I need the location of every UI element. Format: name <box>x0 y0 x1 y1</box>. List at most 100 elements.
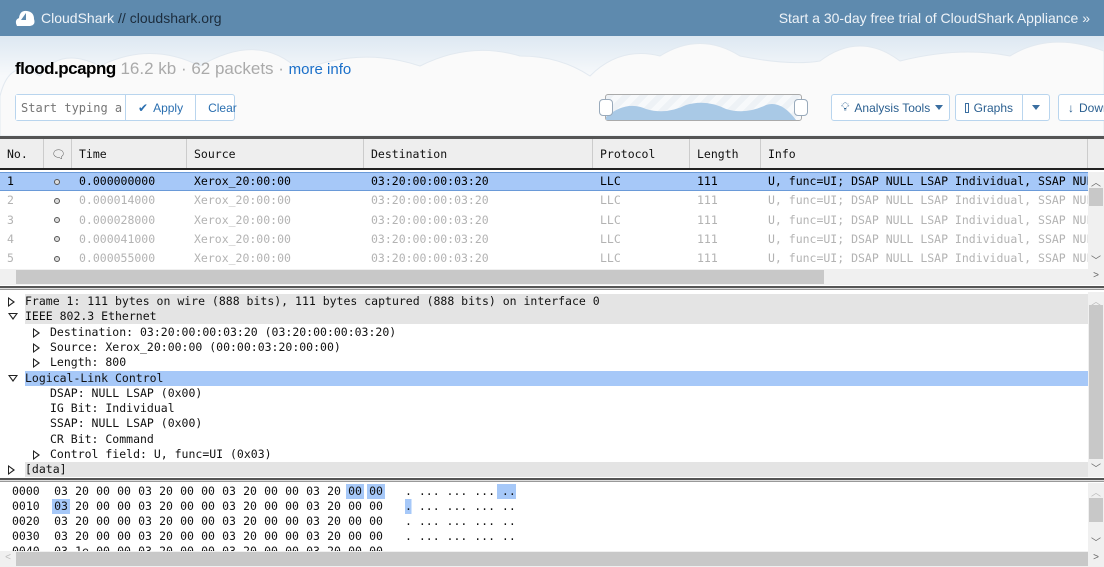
packet-row[interactable]: 1 0.000000000 Xerox_20:00:00 03:20:00:00:03… <box>0 172 1088 191</box>
hex-byte[interactable]: 00 <box>178 499 196 514</box>
scroll-down-icon[interactable]: ﹀ <box>1088 534 1104 549</box>
expanded-triangle-icon[interactable] <box>8 313 18 321</box>
hex-byte[interactable]: 03 <box>136 544 154 551</box>
packet-row[interactable]: 2 0.000014000 Xerox_20:00:00 03:20:00:00:03… <box>0 191 1088 210</box>
hex-byte[interactable]: 03 <box>136 529 154 544</box>
hex-byte[interactable]: 20 <box>157 484 175 499</box>
hex-byte[interactable]: 00 <box>283 499 301 514</box>
timeline-start-handle[interactable] <box>599 99 613 116</box>
scroll-left-icon[interactable]: < <box>0 552 16 563</box>
trial-link[interactable]: Start a 30-day free trial of CloudShark … <box>779 10 1090 26</box>
scroll-down-icon[interactable]: ﹀ <box>1088 460 1104 475</box>
packet-row[interactable]: 5 0.000055000 Xerox_20:00:00 03:20:00:00:03… <box>0 249 1088 268</box>
collapsed-triangle-icon[interactable] <box>8 465 15 476</box>
hex-byte[interactable]: 00 <box>115 499 133 514</box>
hex-byte[interactable]: 20 <box>73 529 91 544</box>
scroll-thumb[interactable] <box>1089 498 1103 522</box>
hex-vertical-scrollbar[interactable]: ︿ ﹀ <box>1088 483 1104 551</box>
scroll-right-icon[interactable]: > <box>1088 270 1104 281</box>
collapsed-triangle-icon[interactable] <box>8 297 15 307</box>
hex-byte[interactable]: 00 <box>367 529 385 544</box>
hex-byte[interactable]: 20 <box>325 544 343 551</box>
hex-byte[interactable]: 00 <box>283 529 301 544</box>
hex-byte[interactable]: 20 <box>325 529 343 544</box>
hex-byte[interactable]: 03 <box>52 499 70 514</box>
tree-item[interactable]: Length: 800 <box>0 355 1088 370</box>
pane-splitter[interactable] <box>0 478 1104 482</box>
hex-byte[interactable]: 20 <box>325 514 343 529</box>
hex-byte[interactable]: 00 <box>262 514 280 529</box>
hex-byte[interactable]: 03 <box>304 544 322 551</box>
hex-byte[interactable]: 00 <box>115 484 133 499</box>
hex-byte[interactable]: 03 <box>52 529 70 544</box>
tree-item[interactable]: DSAP: NULL LSAP (0x00) <box>0 386 1088 401</box>
hex-byte[interactable]: 20 <box>157 529 175 544</box>
hex-byte[interactable]: 00 <box>115 544 133 551</box>
scroll-thumb[interactable] <box>1089 188 1103 206</box>
column-header-protocol[interactable]: Protocol <box>593 139 690 168</box>
hex-byte[interactable]: 00 <box>199 499 217 514</box>
hex-ascii[interactable]: . ... ... ... .. <box>405 529 516 544</box>
brand[interactable]: CloudShark // cloudshark.org <box>41 10 222 26</box>
tree-item[interactable]: Control field: U, func=UI (0x03) <box>0 447 1088 462</box>
timeline-slider[interactable] <box>605 94 802 121</box>
hex-horizontal-scrollbar[interactable]: < > <box>0 551 1104 567</box>
hex-byte[interactable]: 20 <box>241 514 259 529</box>
hex-byte[interactable]: 00 <box>94 529 112 544</box>
scroll-thumb[interactable] <box>16 552 1088 566</box>
expanded-triangle-icon[interactable] <box>8 374 18 382</box>
hex-byte[interactable]: 20 <box>73 499 91 514</box>
hex-byte[interactable]: 00 <box>199 529 217 544</box>
hex-byte[interactable]: 00 <box>94 484 112 499</box>
hex-byte[interactable]: 00 <box>346 484 364 499</box>
graphs-dropdown-button[interactable] <box>1022 94 1050 121</box>
hex-byte[interactable]: 20 <box>241 529 259 544</box>
clear-button[interactable]: Clear <box>195 95 249 120</box>
hex-byte[interactable]: 00 <box>262 499 280 514</box>
filter-input[interactable] <box>16 95 126 120</box>
scroll-thumb[interactable] <box>16 270 824 284</box>
hex-byte[interactable]: 00 <box>262 544 280 551</box>
hex-byte[interactable]: 00 <box>346 529 364 544</box>
tree-item[interactable]: SSAP: NULL LSAP (0x00) <box>0 416 1088 431</box>
hex-byte[interactable]: 20 <box>241 484 259 499</box>
hex-byte[interactable]: 03 <box>304 499 322 514</box>
column-header-length[interactable]: Length <box>690 139 761 168</box>
hex-byte[interactable]: 03 <box>220 529 238 544</box>
hex-byte[interactable]: 00 <box>115 514 133 529</box>
hex-byte[interactable]: 00 <box>199 544 217 551</box>
hex-byte[interactable]: 03 <box>220 514 238 529</box>
tree-item[interactable]: Destination: 03:20:00:00:03:20 (03:20:00… <box>0 325 1088 340</box>
hex-byte[interactable]: 00 <box>262 529 280 544</box>
packet-list-vertical-scrollbar[interactable]: ︿ ﹀ <box>1088 172 1104 269</box>
tree-item[interactable]: CR Bit: Command <box>0 432 1088 447</box>
packet-list-horizontal-scrollbar[interactable]: > <box>0 269 1104 285</box>
hex-byte[interactable]: 03 <box>220 499 238 514</box>
scroll-up-icon[interactable]: ︿ <box>1088 484 1104 499</box>
hex-byte[interactable]: 20 <box>73 484 91 499</box>
hex-byte[interactable]: 20 <box>157 544 175 551</box>
hex-ascii[interactable]: . ... ... ... .. <box>405 499 516 514</box>
hex-byte[interactable]: 00 <box>178 484 196 499</box>
hex-byte[interactable]: 00 <box>178 529 196 544</box>
hex-ascii[interactable]: . ... ... ... .. <box>405 484 516 499</box>
column-header-destination[interactable]: Destination <box>364 139 593 168</box>
hex-byte[interactable]: 00 <box>346 499 364 514</box>
hex-byte[interactable]: 03 <box>304 484 322 499</box>
scroll-thumb[interactable] <box>1089 305 1103 459</box>
more-info-link[interactable]: more info <box>289 61 352 78</box>
hex-byte[interactable]: 03 <box>304 529 322 544</box>
pane-splitter[interactable] <box>0 286 1104 290</box>
column-header-no[interactable]: No. <box>0 139 44 168</box>
hex-byte[interactable]: 03 <box>136 484 154 499</box>
hex-byte[interactable]: 20 <box>325 484 343 499</box>
tree-item[interactable]: IG Bit: Individual <box>0 401 1088 416</box>
hex-byte[interactable]: 00 <box>346 544 364 551</box>
hex-byte[interactable]: 03 <box>136 514 154 529</box>
hex-byte[interactable]: 03 <box>136 499 154 514</box>
timeline-end-handle[interactable] <box>794 99 808 116</box>
download-button[interactable]: ↓ Download <box>1058 94 1104 121</box>
packet-row[interactable]: 4 0.000041000 Xerox_20:00:00 03:20:00:00:03… <box>0 230 1088 249</box>
hex-byte[interactable]: 03 <box>220 484 238 499</box>
analysis-tools-button[interactable]: 💡︎ Analysis Tools <box>831 94 950 121</box>
